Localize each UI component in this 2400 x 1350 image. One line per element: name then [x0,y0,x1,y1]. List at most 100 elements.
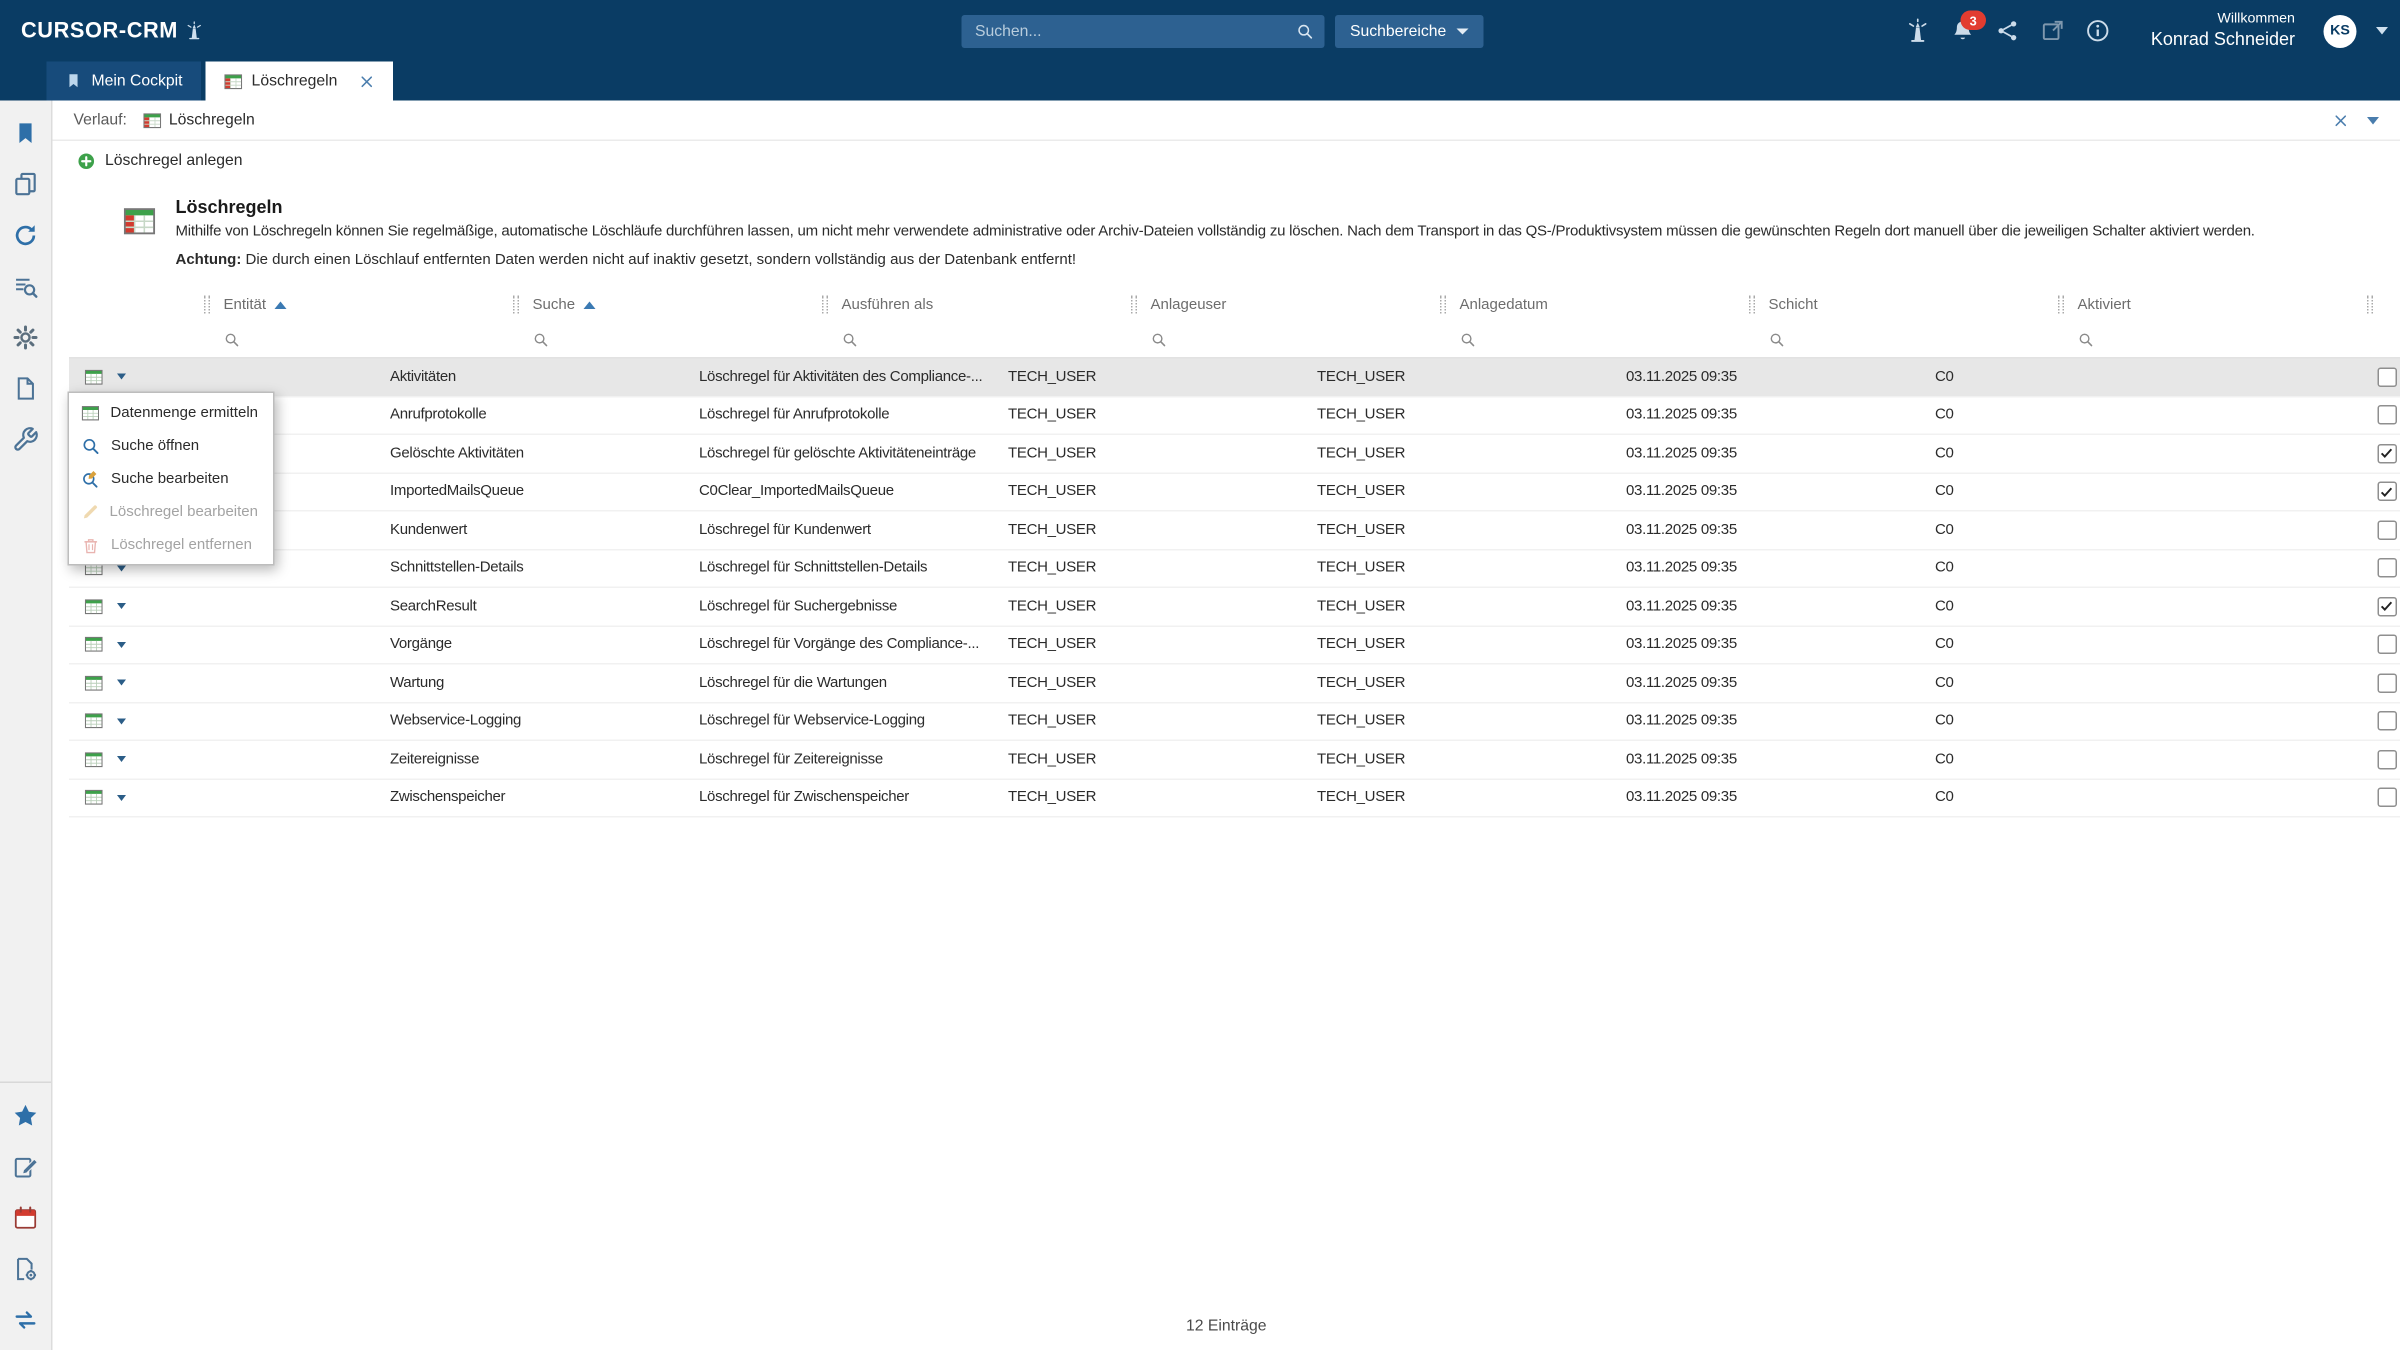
column-resize-handle[interactable] [1749,296,1755,314]
table-data-icon [81,403,100,423]
user-menu-chevron-icon[interactable] [2376,27,2388,35]
sync-icon[interactable] [11,1305,41,1335]
history-item-loeschregeln[interactable]: Löschregeln [142,110,255,130]
copy-icon[interactable] [11,170,41,200]
column-resize-handle[interactable] [2058,296,2064,314]
table-row[interactable]: AktivitätenLöschregel für Aktivitäten de… [69,359,2400,397]
notifications-bell-icon[interactable]: 3 [1950,18,1976,44]
context-menu-item[interactable]: Suche bearbeiten [69,462,273,495]
column-header-1[interactable]: Entität [204,296,513,314]
activated-checkbox[interactable] [2377,750,2397,770]
context-menu-item: Löschregel entfernen [69,528,273,561]
gear-icon[interactable] [11,323,41,353]
close-view-icon[interactable] [2333,112,2350,129]
search-areas-button[interactable]: Suchbereiche [1335,14,1484,47]
column-filter-7[interactable] [2058,331,2367,348]
context-menu-item[interactable]: Suche öffnen [69,429,273,462]
tab-loeschregeln[interactable]: Löschregeln [205,62,393,101]
column-resize-handle[interactable] [822,296,828,314]
delete-rules-icon [142,110,162,130]
column-header-3[interactable]: Ausführen als [822,296,1131,314]
activated-checkbox[interactable] [2377,444,2397,464]
table-row[interactable]: AnrufprotokolleLöschregel für Anrufproto… [69,397,2400,435]
lighthouse-icon[interactable] [1905,18,1931,44]
history-icon[interactable] [11,221,41,251]
tab-mein-cockpit[interactable]: Mein Cockpit [47,62,201,101]
table-row[interactable]: SearchResultLöschregel für Suchergebniss… [69,588,2400,626]
table-row[interactable]: Schnittstellen-DetailsLöschregel für Sch… [69,550,2400,588]
document-gear-icon[interactable] [11,1254,41,1284]
activated-checkbox[interactable] [2377,405,2397,425]
info-icon[interactable] [2085,18,2111,44]
column-header-7[interactable]: Aktiviert [2058,296,2367,314]
delete-rule-icon [84,711,104,731]
table-row[interactable]: Webservice-LoggingLöschregel für Webserv… [69,703,2400,741]
table-row[interactable]: WartungLöschregel für die WartungenTECH_… [69,665,2400,703]
table-header-row: EntitätSucheAusführen alsAnlageuserAnlag… [69,288,2400,321]
page-title: Löschregeln [176,197,2371,218]
row-menu-caret-icon[interactable] [117,642,126,648]
sidebar-bottom-group [0,1082,51,1350]
activated-checkbox[interactable] [2377,597,2397,617]
activated-checkbox[interactable] [2377,711,2397,731]
row-menu-caret-icon[interactable] [117,603,126,609]
column-filter-5[interactable] [1440,331,1749,348]
filter-search-icon [224,331,241,348]
star-search-icon[interactable] [11,1101,41,1131]
search-input[interactable] [972,20,1296,41]
row-menu-caret-icon[interactable] [117,718,126,724]
note-edit-icon[interactable] [11,1152,41,1182]
document-icon[interactable] [11,374,41,404]
row-menu-caret-icon[interactable] [117,756,126,762]
row-menu-caret-icon[interactable] [117,795,126,801]
row-menu-caret-icon[interactable] [117,680,126,686]
activated-checkbox[interactable] [2377,482,2397,502]
activated-checkbox[interactable] [2377,367,2397,387]
table-row[interactable]: Gelöschte AktivitätenLöschregel für gelö… [69,435,2400,473]
activated-checkbox[interactable] [2377,673,2397,693]
topbar: CURSOR-CRM Suchbereiche 3 Willkommen [0,0,2400,62]
tab-close-icon[interactable] [358,73,375,90]
column-filter-2[interactable] [513,331,822,348]
column-filter-4[interactable] [1131,331,1440,348]
filter-search-icon [1460,331,1477,348]
context-menu-item[interactable]: Datenmenge ermitteln [69,396,273,429]
activated-checkbox[interactable] [2377,788,2397,808]
view-menu-chevron-icon[interactable] [2367,116,2379,124]
table-row[interactable]: ZeitereignisseLöschregel für Zeitereigni… [69,741,2400,779]
lighthouse-logo-icon [184,21,204,41]
column-resize-handle[interactable] [204,296,210,314]
filter-search-icon [842,331,859,348]
column-filter-1[interactable] [204,331,513,348]
activated-checkbox[interactable] [2377,520,2397,540]
global-search-field[interactable] [962,14,1325,47]
column-header-6[interactable]: Schicht [1749,296,2058,314]
activated-checkbox[interactable] [2377,635,2397,655]
create-delete-rule-button[interactable]: Löschregel anlegen [77,151,243,171]
check-icon [2379,484,2394,499]
calendar-icon[interactable] [11,1203,41,1233]
sidebar [0,101,53,1350]
column-header-5[interactable]: Anlagedatum [1440,296,1749,314]
activated-checkbox[interactable] [2377,558,2397,578]
column-resize-handle[interactable] [1131,296,1137,314]
wrench-icon[interactable] [11,425,41,455]
search-icon[interactable] [1296,22,1314,40]
column-header-2[interactable]: Suche [513,296,822,314]
column-filter-6[interactable] [1749,331,2058,348]
row-menu-caret-icon[interactable] [117,565,126,571]
bookmark-icon[interactable] [11,119,41,149]
row-menu-caret-icon[interactable] [117,374,126,380]
column-filter-3[interactable] [822,331,1131,348]
table-row[interactable]: ImportedMailsQueueC0Clear_ImportedMailsQ… [69,473,2400,511]
table-row[interactable]: ZwischenspeicherLöschregel für Zwischens… [69,779,2400,817]
table-row[interactable]: KundenwertLöschregel für KundenwertTECH_… [69,512,2400,550]
column-header-4[interactable]: Anlageuser [1131,296,1440,314]
external-link-icon[interactable] [2040,18,2066,44]
table-row[interactable]: VorgängeLöschregel für Vorgänge des Comp… [69,626,2400,664]
column-resize-handle[interactable] [513,296,519,314]
avatar[interactable]: KS [2324,14,2357,47]
share-icon[interactable] [1995,18,2021,44]
column-resize-handle[interactable] [1440,296,1446,314]
search-list-icon[interactable] [11,272,41,302]
